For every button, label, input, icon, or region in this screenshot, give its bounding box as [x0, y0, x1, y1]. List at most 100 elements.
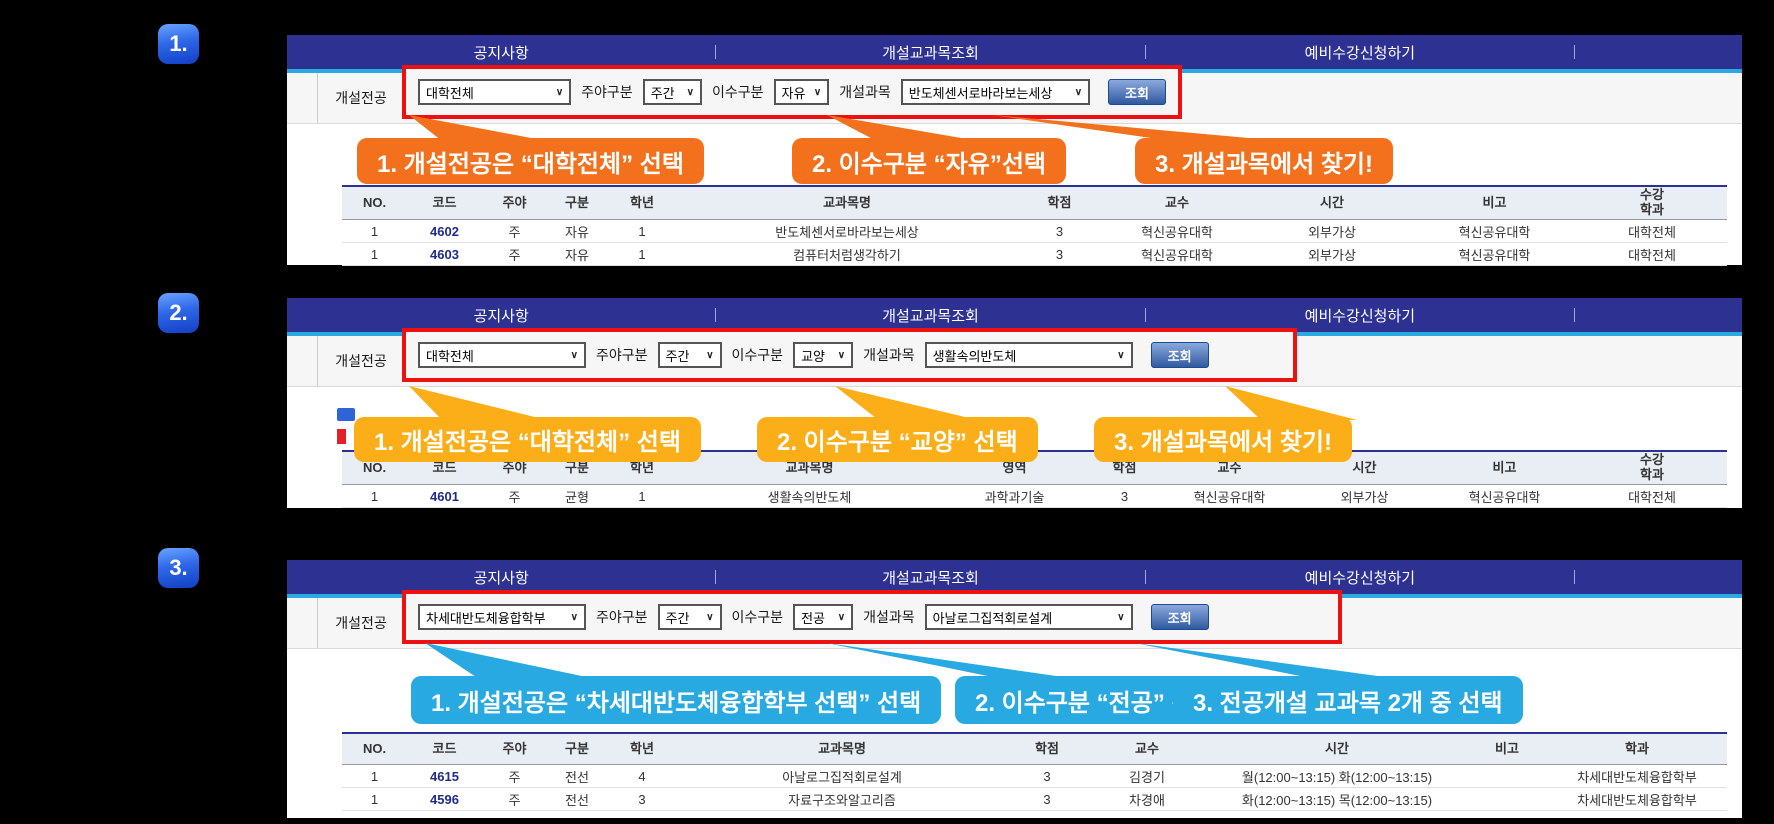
column-header: 학년	[607, 733, 677, 765]
table-cell: 김경기	[1087, 765, 1207, 788]
tab-notices[interactable]: 공지사항	[287, 567, 715, 588]
chevron-down-icon: ∨	[1075, 87, 1082, 98]
table-row: 14601주균형1생활속의반도체과학과기술3혁신공유대학외부가상혁신공유대학대학…	[342, 485, 1727, 508]
table-cell: 3	[1017, 220, 1102, 243]
major-select-value: 대학전체	[426, 83, 474, 102]
column-header: 구분	[547, 733, 607, 765]
major-select-value: 대학전체	[426, 346, 474, 365]
search-button[interactable]: 조회	[1151, 342, 1209, 368]
table-cell: 주	[482, 788, 547, 811]
tab-pre-registration[interactable]: 예비수강신청하기	[1146, 567, 1574, 588]
course-select-value: 생활속의반도체	[933, 346, 1017, 365]
column-header: 수강 학과	[1577, 451, 1727, 485]
chevron-down-icon: ∨	[814, 87, 821, 98]
chevron-down-icon: ∨	[1117, 350, 1124, 361]
column-header: 주야	[482, 186, 547, 220]
table-cell: 3	[1017, 243, 1102, 266]
step-badge-3: 3.	[158, 548, 199, 588]
course-code-link[interactable]: 4602	[407, 220, 482, 243]
course-type-select[interactable]: 자유∨	[774, 79, 830, 105]
table-cell: 외부가상	[1297, 485, 1432, 508]
table-cell: 화(12:00~13:15) 목(12:00~13:15)	[1207, 788, 1467, 811]
chevron-down-icon: ∨	[706, 350, 713, 361]
table-cell: 대학전체	[1577, 243, 1727, 266]
tab-separator	[1574, 45, 1575, 59]
tab-bar: 공지사항 개설교과목조회 예비수강신청하기	[287, 560, 1742, 594]
course-code-link[interactable]: 4596	[407, 788, 482, 811]
tab-notices[interactable]: 공지사항	[287, 305, 715, 326]
search-button[interactable]: 조회	[1151, 604, 1209, 630]
callout-step-2: 2. 이수구분 “자유”선택	[792, 138, 1066, 184]
column-header: 교과목명	[677, 186, 1017, 220]
table-cell: 주	[482, 243, 547, 266]
tab-pre-registration[interactable]: 예비수강신청하기	[1146, 305, 1574, 326]
search-button[interactable]: 조회	[1108, 79, 1166, 105]
table-row: 14603주자유1컴퓨터처럼생각하기3혁신공유대학외부가상혁신공유대학대학전체	[342, 243, 1727, 266]
tab-notices[interactable]: 공지사항	[287, 42, 715, 63]
daynight-label: 주야구분	[581, 82, 633, 102]
highlight-red-box: 대학전체∨ 주야구분 주간∨ 이수구분 자유∨ 개설과목 반도체센서로바라보는세…	[402, 65, 1182, 119]
table-cell: 혁신공유대학	[1162, 485, 1297, 508]
table-cell: 혁신공유대학	[1412, 243, 1577, 266]
daynight-select-value: 주간	[666, 346, 690, 365]
table-cell: 혁신공유대학	[1412, 220, 1577, 243]
course-code-link[interactable]: 4615	[407, 765, 482, 788]
table-cell: 4	[607, 765, 677, 788]
course-type-select[interactable]: 전공∨	[793, 604, 853, 630]
course-label: 개설과목	[863, 607, 915, 627]
course-code-link[interactable]: 4601	[407, 485, 482, 508]
column-header: 시간	[1252, 186, 1412, 220]
table-header-row: NO.코드주야구분학년교과목명학점교수시간비고수강 학과	[342, 186, 1727, 220]
course-type-label: 이수구분	[732, 345, 784, 365]
table-cell: 차경애	[1087, 788, 1207, 811]
table-cell: 3	[1007, 765, 1087, 788]
course-type-select[interactable]: 교양∨	[793, 342, 853, 368]
course-select[interactable]: 반도체센서로바라보는세상∨	[901, 79, 1090, 105]
table-cell: 반도체센서로바라보는세상	[677, 220, 1017, 243]
table-header-row: NO.코드주야구분학년교과목명학점교수시간비고학과	[342, 733, 1727, 765]
major-select-value: 차세대반도체융합학부	[426, 608, 546, 627]
table-cell: 3	[1087, 485, 1162, 508]
column-header: 비고	[1412, 186, 1577, 220]
table-cell: 생활속의반도체	[677, 485, 942, 508]
table-row: 14602주자유1반도체센서로바라보는세상3혁신공유대학외부가상혁신공유대학대학…	[342, 220, 1727, 243]
major-select[interactable]: 대학전체 ∨	[418, 342, 586, 368]
callout-pointer	[1225, 386, 1375, 420]
major-select[interactable]: 차세대반도체융합학부∨	[418, 604, 586, 630]
column-header: 코드	[407, 186, 482, 220]
major-select[interactable]: 대학전체∨	[418, 79, 571, 105]
table-cell: 과학과기술	[942, 485, 1087, 508]
tab-pre-registration[interactable]: 예비수강신청하기	[1146, 42, 1574, 63]
column-header: 학점	[1017, 186, 1102, 220]
chevron-down-icon: ∨	[571, 350, 578, 361]
course-select[interactable]: 생활속의반도체 ∨	[925, 342, 1133, 368]
course-select[interactable]: 아날로그집적회로설계∨	[925, 604, 1133, 630]
tab-course-search[interactable]: 개설교과목조회	[716, 567, 1144, 588]
tab-separator	[1574, 308, 1575, 322]
table-cell: 외부가상	[1252, 243, 1412, 266]
course-label: 개설과목	[863, 345, 915, 365]
tab-bar: 공지사항 개설교과목조회 예비수강신청하기	[287, 35, 1742, 69]
table-cell: 1	[607, 243, 677, 266]
column-header: 수강 학과	[1577, 186, 1727, 220]
table-cell: 주	[482, 220, 547, 243]
tab-course-search[interactable]: 개설교과목조회	[716, 305, 1144, 326]
course-code-link[interactable]: 4603	[407, 243, 482, 266]
tutorial-canvas: 1. 2. 3. 공지사항 개설교과목조회 예비수강신청하기 개설전공 대학전체…	[0, 0, 1774, 824]
daynight-select[interactable]: 주간∨	[643, 79, 702, 105]
table-cell: 1	[342, 485, 407, 508]
column-header: 교수	[1087, 733, 1207, 765]
major-label: 개설전공	[317, 598, 404, 648]
table-cell: 자유	[547, 220, 607, 243]
table-cell: 3	[1007, 788, 1087, 811]
chevron-down-icon: ∨	[1117, 612, 1124, 623]
daynight-select[interactable]: 주간∨	[658, 604, 722, 630]
table-cell: 아날로그집적회로설계	[677, 765, 1007, 788]
tab-course-search[interactable]: 개설교과목조회	[716, 42, 1144, 63]
daynight-select[interactable]: 주간 ∨	[658, 342, 722, 368]
daynight-select-value: 주간	[651, 83, 675, 102]
column-header: 학년	[607, 186, 677, 220]
table-row: 14615주전선4아날로그집적회로설계3김경기월(12:00~13:15) 화(…	[342, 765, 1727, 788]
screenshot-panel-1: 공지사항 개설교과목조회 예비수강신청하기 개설전공 대학전체∨ 주야구분 주간…	[287, 35, 1742, 265]
course-type-label: 이수구분	[732, 607, 784, 627]
